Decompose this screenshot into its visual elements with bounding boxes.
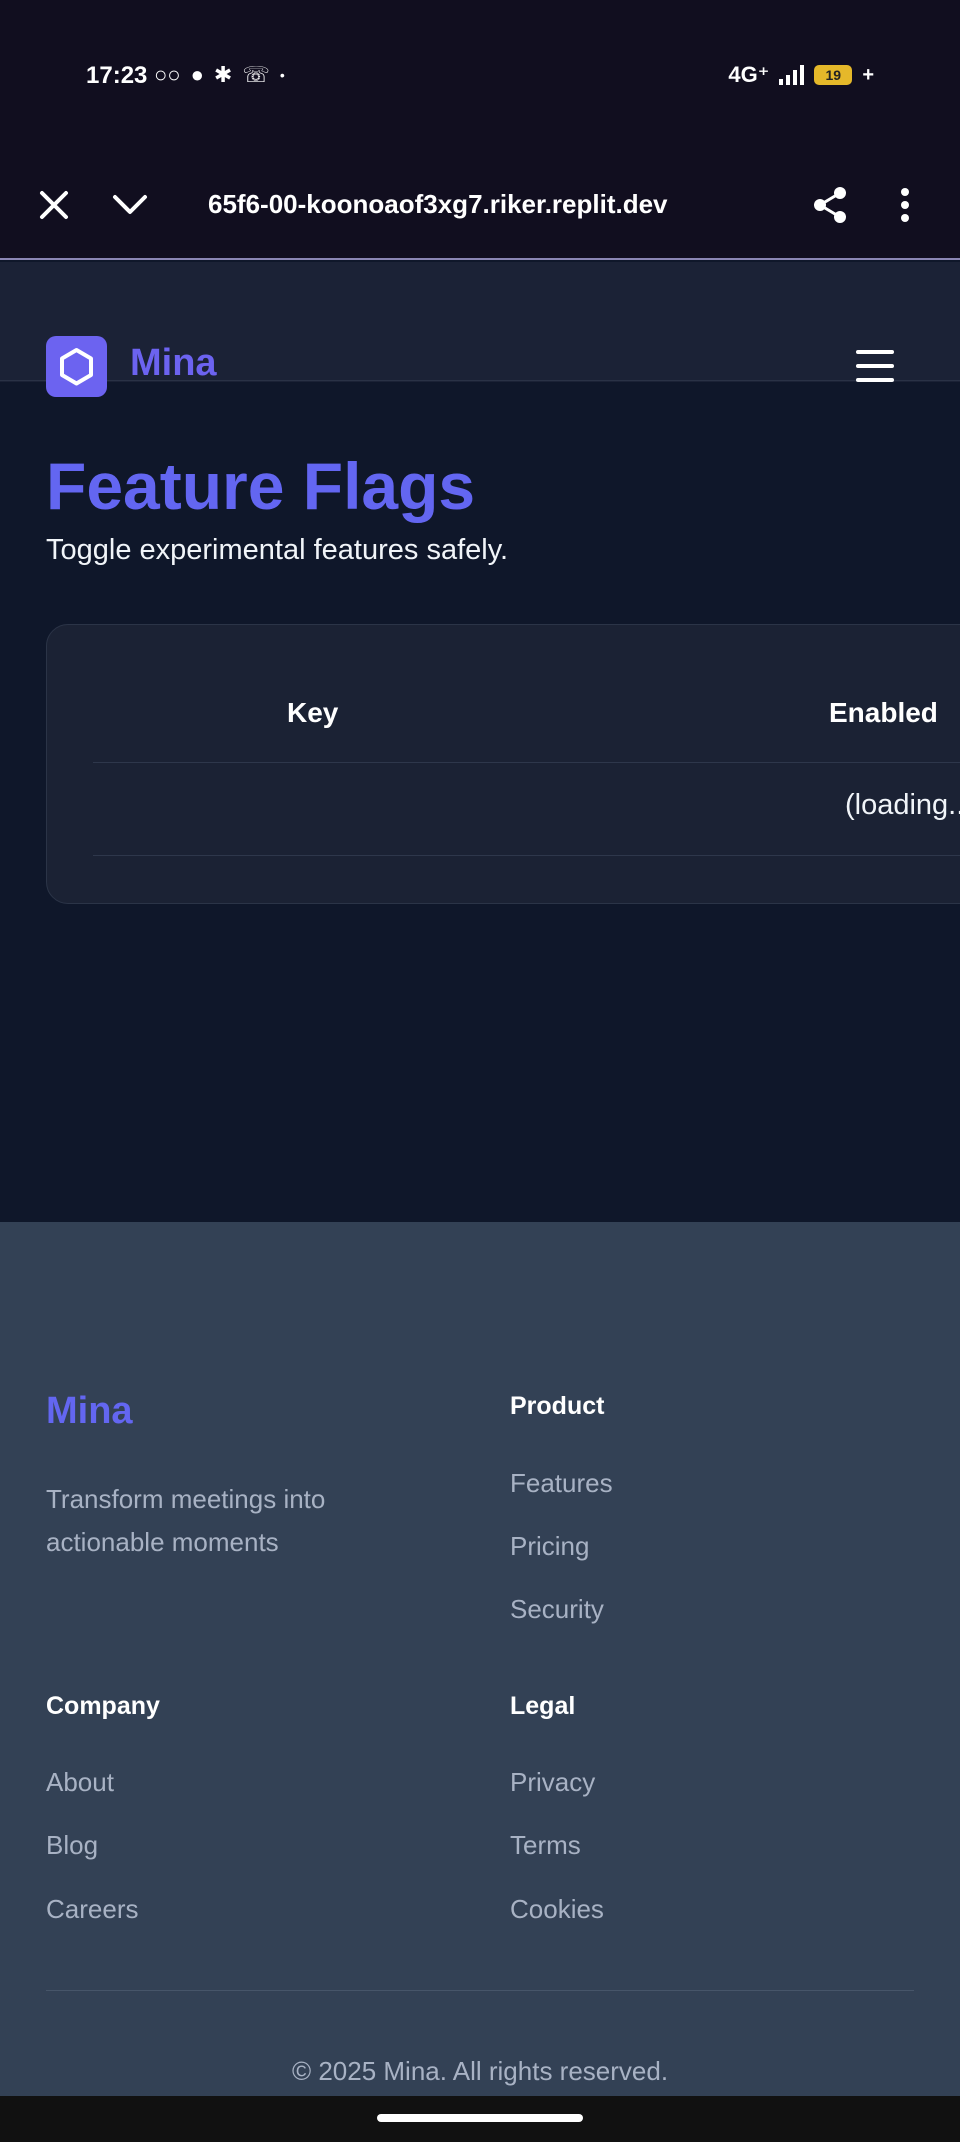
- table-cell-enabled: (loading...: [845, 789, 960, 821]
- charging-icon: +: [862, 63, 874, 86]
- notification-icons: ○○ ● ✱ ☏ •: [154, 62, 285, 88]
- footer: [0, 1222, 960, 2096]
- snapchat-icon: ●: [190, 62, 204, 87]
- footer-link-terms[interactable]: Terms: [510, 1830, 581, 1861]
- footer-heading-product: Product: [510, 1392, 605, 1420]
- footer-link-pricing[interactable]: Pricing: [510, 1531, 589, 1562]
- copyright: © 2025 Mina. All rights reserved.: [291, 2056, 669, 2086]
- page-title: Feature Flags: [46, 449, 476, 523]
- footer-link-blog[interactable]: Blog: [46, 1830, 98, 1861]
- hamburger-menu-icon[interactable]: [856, 350, 894, 382]
- footer-divider: [46, 1990, 914, 1991]
- network-type: 4G⁺: [728, 62, 770, 87]
- status-bar: 17:23 ○○ ● ✱ ☏ • 4G⁺ 19 +: [0, 0, 960, 155]
- dot-icon: •: [279, 67, 285, 83]
- footer-link-privacy[interactable]: Privacy: [510, 1767, 595, 1798]
- footer-heading-legal: Legal: [510, 1692, 576, 1720]
- footer-link-cookies[interactable]: Cookies: [510, 1894, 604, 1925]
- battery-icon: 19: [814, 65, 853, 85]
- slack-icon: ✱: [213, 62, 233, 87]
- footer-link-about[interactable]: About: [46, 1767, 114, 1798]
- status-time: 17:23: [86, 62, 148, 89]
- home-indicator[interactable]: [377, 2114, 583, 2122]
- table-divider: [93, 762, 960, 763]
- logo-icon[interactable]: [46, 336, 107, 397]
- footer-tagline: Transform meetings into actionable momen…: [46, 1484, 326, 1557]
- page-subtitle: Toggle experimental features safely.: [46, 534, 509, 566]
- call-icon: ☏: [242, 62, 270, 87]
- share-icon[interactable]: [810, 185, 850, 225]
- footer-link-careers[interactable]: Careers: [46, 1894, 138, 1925]
- signal-icon: [779, 65, 805, 85]
- footer-link-security[interactable]: Security: [510, 1594, 604, 1625]
- feature-flags-table: [46, 624, 960, 904]
- footer-heading-company: Company: [46, 1692, 160, 1720]
- browser-toolbar: 65f6-00-koonoaof3xg7.riker.replit.dev: [0, 155, 960, 260]
- system-icons: 4G⁺ 19 +: [728, 62, 874, 88]
- brand-name[interactable]: Mina: [130, 342, 217, 385]
- more-options-icon[interactable]: [890, 185, 920, 225]
- column-header-key: Key: [287, 697, 339, 728]
- chevron-down-icon[interactable]: [110, 185, 150, 225]
- table-divider: [93, 855, 960, 856]
- close-icon[interactable]: [34, 185, 74, 225]
- column-header-enabled: Enabled: [829, 697, 938, 728]
- footer-brand: Mina: [46, 1390, 133, 1432]
- url-bar[interactable]: 65f6-00-koonoaof3xg7.riker.replit.dev: [208, 189, 708, 220]
- voicemail-icon: ○○: [154, 62, 181, 87]
- footer-link-features[interactable]: Features: [510, 1468, 613, 1499]
